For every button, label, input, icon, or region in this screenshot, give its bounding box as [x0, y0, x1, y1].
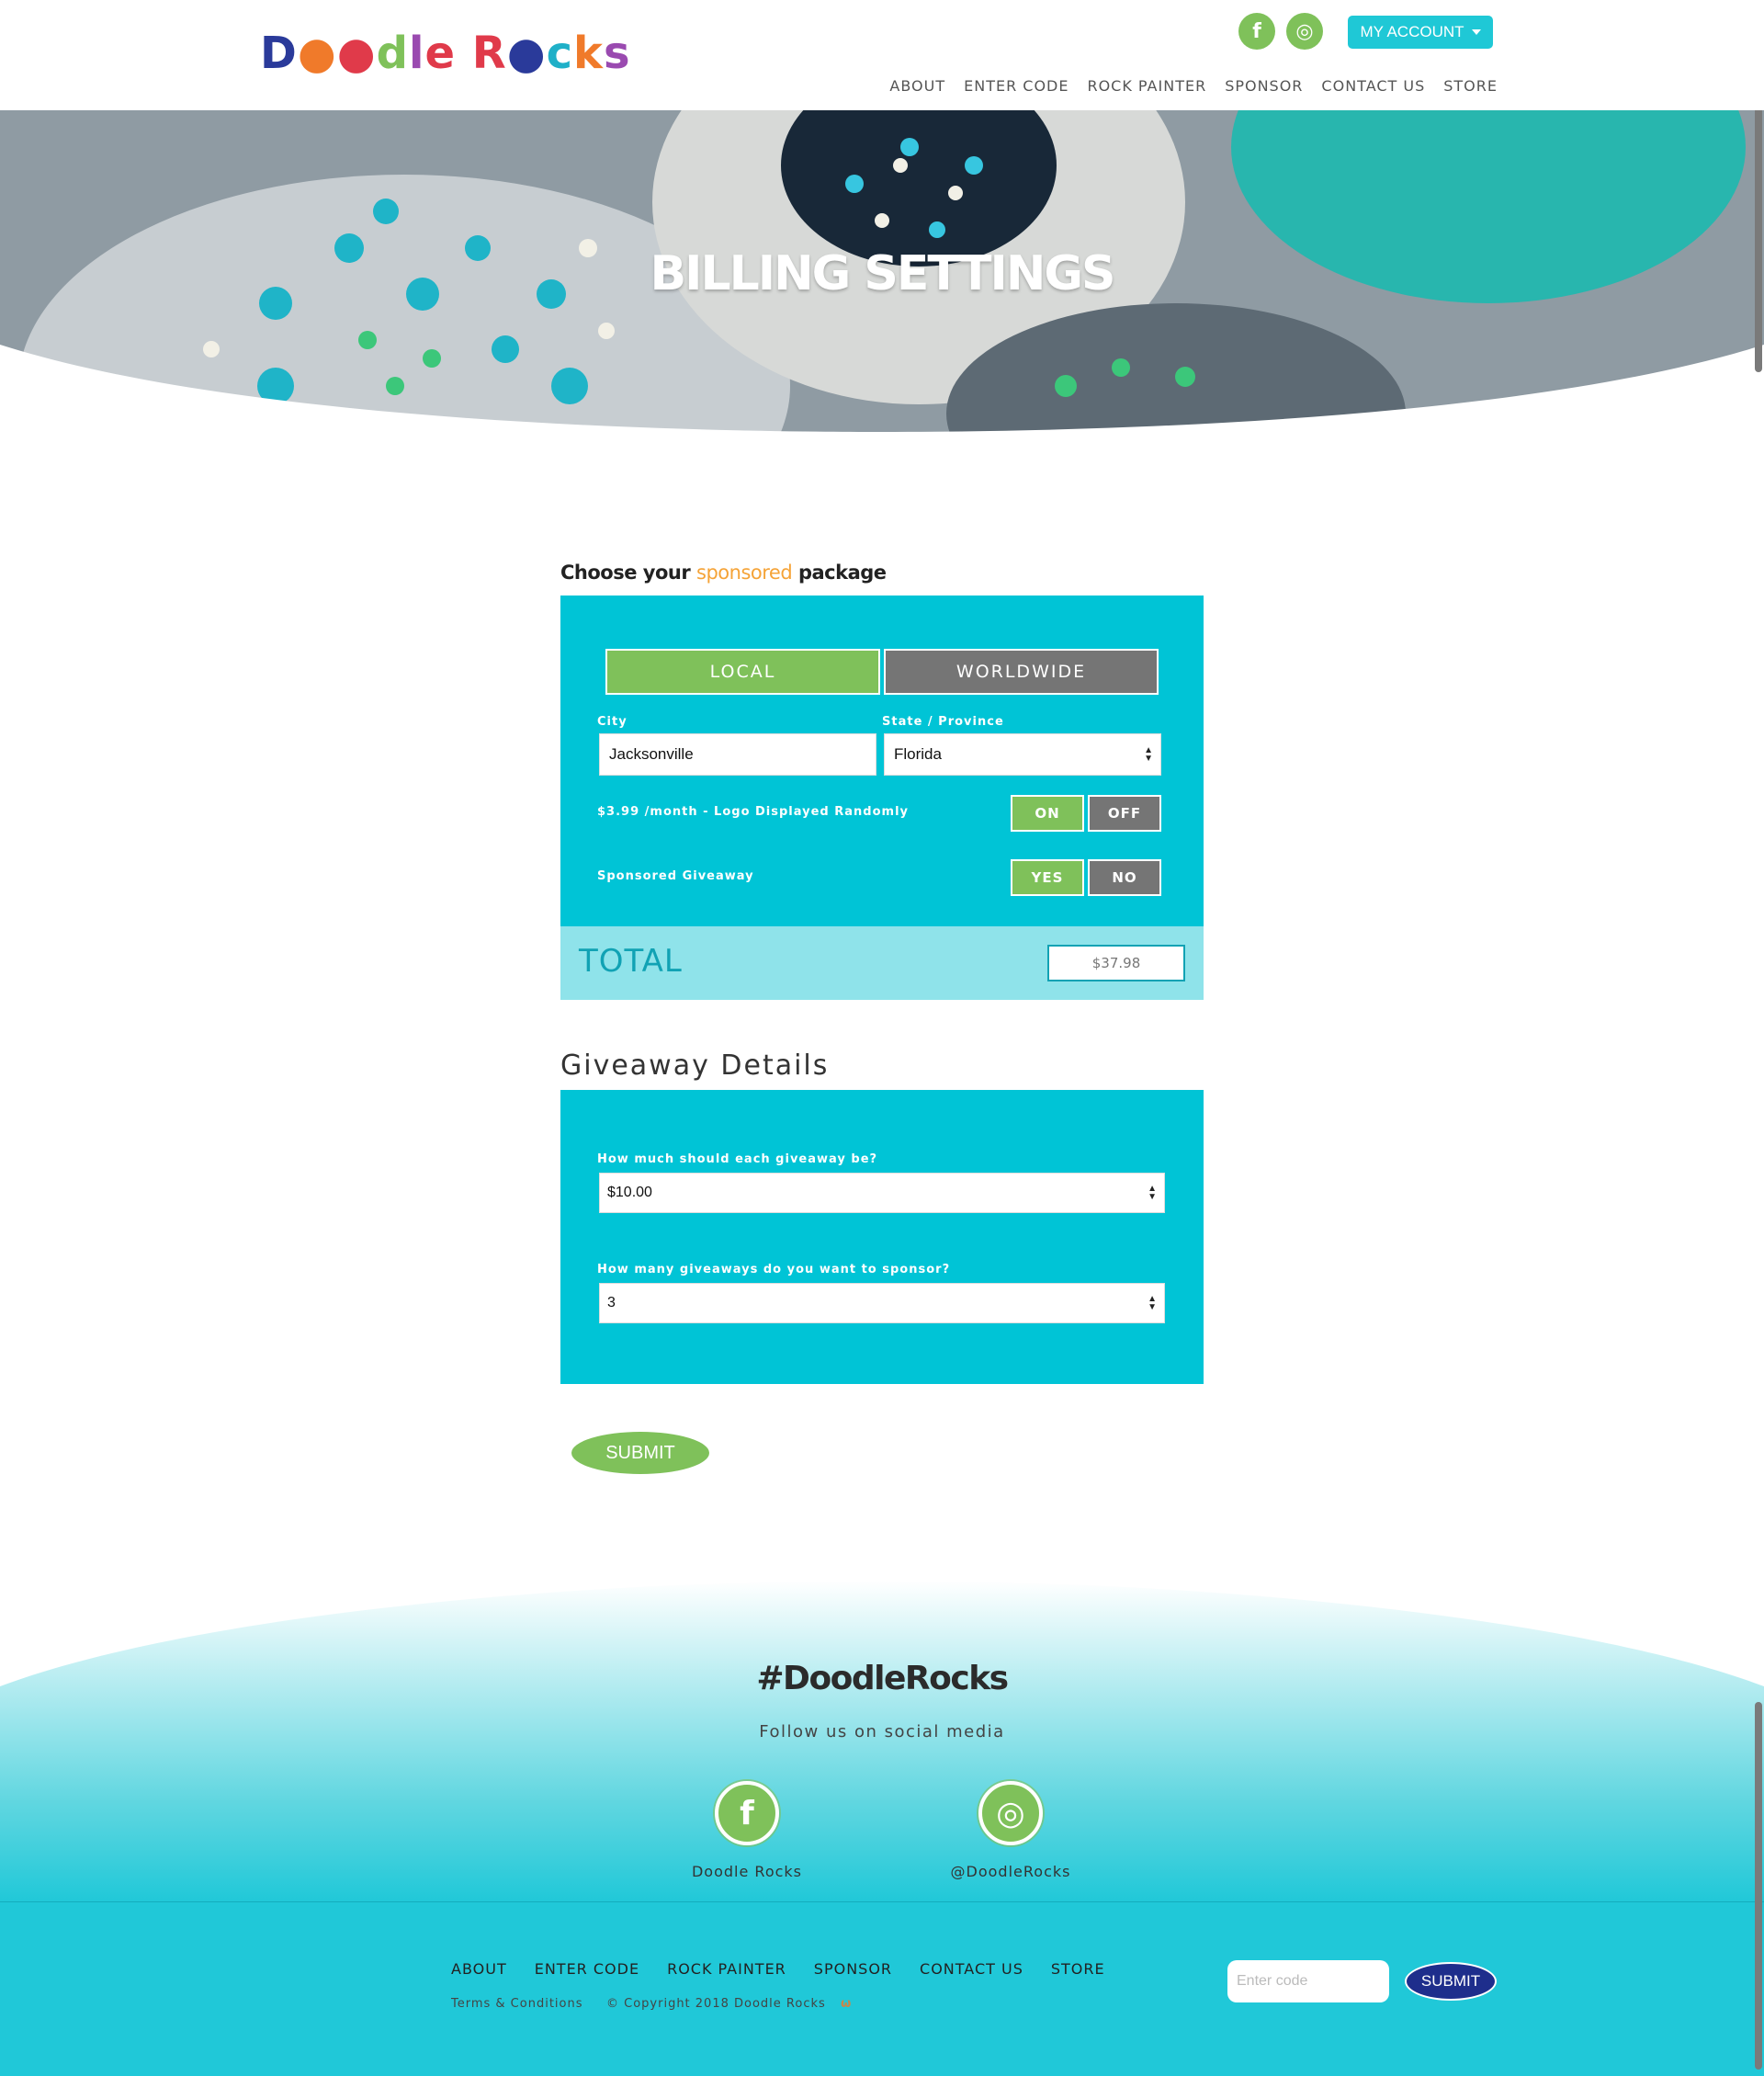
city-input[interactable]: Jacksonville	[599, 733, 876, 776]
scrollbar-thumb-lower[interactable]	[1755, 1702, 1762, 2070]
footer-hashtag: #DoodleRocks	[756, 1660, 1009, 1697]
tab-worldwide[interactable]: WORLDWIDE	[884, 649, 1159, 695]
enter-code-submit-button[interactable]: SUBMIT	[1405, 1962, 1497, 2001]
footer-divider	[0, 1901, 1764, 1902]
copyright-text: © Copyright 2018 Doodle Rocks	[606, 1997, 826, 2011]
giveaway-panel: How much should each giveaway be? $10.00…	[560, 1090, 1204, 1384]
caret-down-icon	[1471, 29, 1481, 35]
main-nav: ABOUT ENTER CODE ROCK PAINTER SPONSOR CO…	[889, 77, 1498, 95]
select-arrows-icon: ▲ ▼	[1148, 1294, 1157, 1312]
giveaway-option-label: Sponsored Giveaway	[597, 869, 754, 883]
instagram-icon[interactable]: ◎	[1286, 13, 1323, 50]
package-heading-pre: Choose your	[560, 562, 697, 584]
hero-banner: BILLING SETTINGS	[0, 110, 1764, 432]
facebook-icon[interactable]: f	[1238, 13, 1275, 50]
tab-local[interactable]: LOCAL	[605, 649, 880, 695]
developer-logo-icon[interactable]: ѡ	[841, 1997, 852, 2011]
nav-enter-code[interactable]: ENTER CODE	[964, 77, 1069, 95]
footer-nav-store[interactable]: STORE	[1051, 1960, 1105, 1978]
instagram-icon[interactable]: ◎	[978, 1781, 1043, 1845]
doodle-rocks-logo[interactable]: D●●dle R●cks	[260, 28, 631, 79]
nav-sponsor[interactable]: SPONSOR	[1225, 77, 1303, 95]
total-value: $37.98	[1047, 945, 1185, 981]
nav-rock-painter[interactable]: ROCK PAINTER	[1087, 77, 1206, 95]
enter-code-input[interactable]: Enter code	[1227, 1960, 1389, 2002]
state-select[interactable]: Florida ▲ ▼	[884, 733, 1161, 776]
terms-link[interactable]: Terms & Conditions	[451, 1997, 583, 2011]
nav-contact-us[interactable]: CONTACT US	[1321, 77, 1425, 95]
state-label: State / Province	[882, 715, 1004, 729]
giveaway-heading: Giveaway Details	[560, 1049, 830, 1082]
instagram-caption[interactable]: @DoodleRocks	[919, 1863, 1102, 1880]
site-header: D●●dle R●cks f ◎ MY ACCOUNT ABOUT ENTER …	[0, 0, 1764, 110]
footer-nav-enter-code[interactable]: ENTER CODE	[535, 1960, 639, 1978]
package-panel: LOCAL WORLDWIDE City Jacksonville State …	[560, 596, 1204, 926]
giveaway-count-select[interactable]: 3 ▲ ▼	[599, 1283, 1165, 1323]
logo-option-label: $3.99 /month - Logo Displayed Randomly	[597, 805, 910, 819]
giveaway-no-button[interactable]: NO	[1088, 859, 1161, 896]
giveaway-amount-label: How much should each giveaway be?	[597, 1152, 878, 1166]
logo-off-button[interactable]: OFF	[1088, 795, 1161, 832]
total-bar: TOTAL $37.98	[560, 926, 1204, 1000]
footer-nav-about[interactable]: ABOUT	[451, 1960, 507, 1978]
facebook-caption[interactable]: Doodle Rocks	[655, 1863, 839, 1880]
footer-nav: ABOUT ENTER CODE ROCK PAINTER SPONSOR CO…	[451, 1960, 1105, 1978]
footer-nav-rock-painter[interactable]: ROCK PAINTER	[667, 1960, 786, 1978]
nav-store[interactable]: STORE	[1443, 77, 1498, 95]
nav-about[interactable]: ABOUT	[889, 77, 945, 95]
select-arrows-icon: ▲ ▼	[1148, 1184, 1157, 1202]
submit-button[interactable]: SUBMIT	[571, 1432, 709, 1474]
giveaway-yes-button[interactable]: YES	[1011, 859, 1084, 896]
my-account-label: MY ACCOUNT	[1360, 23, 1464, 40]
logo-on-button[interactable]: ON	[1011, 795, 1084, 832]
page-title: BILLING SETTINGS	[650, 246, 1115, 301]
city-label: City	[597, 715, 628, 729]
my-account-button[interactable]: MY ACCOUNT	[1348, 16, 1493, 49]
facebook-icon[interactable]: f	[715, 1781, 779, 1845]
total-label: TOTAL	[579, 943, 683, 980]
follow-text: Follow us on social media	[759, 1722, 1005, 1741]
giveaway-amount-value: $10.00	[607, 1185, 652, 1200]
package-heading-highlight: sponsored	[696, 562, 793, 584]
package-heading-post: package	[792, 562, 887, 584]
select-arrows-icon: ▲ ▼	[1144, 745, 1153, 764]
package-heading: Choose your sponsored package	[560, 562, 887, 584]
giveaway-amount-select[interactable]: $10.00 ▲ ▼	[599, 1173, 1165, 1213]
state-select-value: Florida	[894, 745, 942, 763]
footer-background	[0, 1581, 1764, 2076]
footer-nav-sponsor[interactable]: SPONSOR	[814, 1960, 892, 1978]
giveaway-count-value: 3	[607, 1295, 616, 1310]
footer-nav-contact-us[interactable]: CONTACT US	[920, 1960, 1023, 1978]
giveaway-count-label: How many giveaways do you want to sponso…	[597, 1263, 951, 1276]
